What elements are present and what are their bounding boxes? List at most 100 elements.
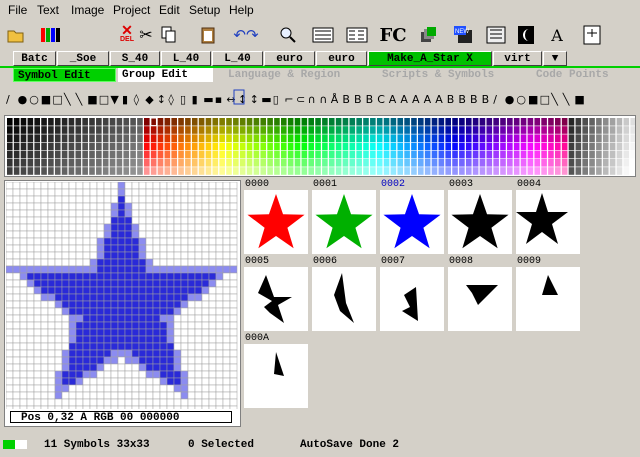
pixel-cell[interactable] [166,272,175,281]
palette-swatch[interactable] [48,142,54,151]
palette-swatch[interactable] [294,142,301,151]
pixel-cell[interactable] [138,244,147,253]
pixel-cell[interactable] [61,300,70,309]
pixel-cell[interactable] [138,384,147,393]
tool-icon[interactable]: ╲ [550,92,559,106]
pixel-cell[interactable] [166,244,175,253]
pixel-cell[interactable] [82,279,91,288]
pixel-cell[interactable] [180,244,189,253]
pixel-cell[interactable] [61,370,70,379]
palette-swatch[interactable] [239,167,246,175]
pixel-cell[interactable] [229,251,238,260]
pixel-cell[interactable] [6,356,14,365]
pixel-cell[interactable] [40,265,49,274]
pixel-cell[interactable] [75,349,84,358]
pixel-cell[interactable] [145,328,154,337]
pixel-cell[interactable] [12,356,21,365]
pixel-cell[interactable] [131,237,140,246]
symbol-cell[interactable]: 0009 [516,257,580,334]
pixel-cell[interactable] [82,216,91,225]
palette-swatch[interactable] [116,150,123,159]
pixel-cell[interactable] [152,398,161,407]
pixel-cell[interactable] [187,195,196,204]
pixel-cell[interactable] [131,314,140,323]
pixel-cell[interactable] [159,265,168,274]
pixel-cell[interactable] [215,265,224,274]
fc-text-icon[interactable]: FC [379,22,407,48]
pixel-cell[interactable] [40,182,49,190]
pixel-cell[interactable] [194,216,203,225]
pixel-cell[interactable] [117,314,126,323]
palette-swatch[interactable] [472,159,479,167]
palette-swatch[interactable] [185,142,191,151]
palette-swatch[interactable] [555,159,561,167]
pixel-cell[interactable] [173,258,182,267]
pixel-cell[interactable] [208,209,217,218]
palette-swatch[interactable] [109,118,116,126]
pixel-cell[interactable] [131,321,140,330]
pixel-cell[interactable] [117,237,126,246]
palette-swatch[interactable] [424,118,431,126]
pixel-cell[interactable] [194,377,203,386]
palette-swatch[interactable] [486,126,493,134]
pixel-cell[interactable] [194,230,203,239]
palette-swatch[interactable] [630,134,636,142]
pixel-cell[interactable] [96,300,105,309]
palette-swatch[interactable] [363,126,369,134]
pixel-cell[interactable] [89,384,98,393]
pixel-cell[interactable] [124,384,133,393]
palette-swatch[interactable] [534,134,541,142]
pixel-cell[interactable] [19,363,28,372]
pixel-cell[interactable] [61,391,70,400]
pixel-cell[interactable] [54,293,63,302]
pixel-cell[interactable] [82,258,91,267]
pixel-cell[interactable] [187,300,196,309]
palette-swatch[interactable] [376,150,383,159]
palette-swatch[interactable] [596,142,602,151]
pixel-cell[interactable] [19,223,28,232]
pixel-cell[interactable] [124,216,133,225]
palette-swatch[interactable] [178,118,184,126]
palette-swatch[interactable] [555,150,561,159]
pixel-cell[interactable] [89,307,98,316]
palette-swatch[interactable] [534,118,541,126]
pixel-cell[interactable] [145,237,154,246]
palette-swatch[interactable] [431,142,438,151]
palette-swatch[interactable] [54,142,61,151]
pixel-cell[interactable] [152,251,161,260]
symbol-cell[interactable]: 0004 [516,180,580,257]
palette-swatch[interactable] [397,150,404,159]
pixel-cell[interactable] [103,342,112,351]
pixel-cell[interactable] [26,286,35,295]
pixel-cell[interactable] [159,216,168,225]
pixel-cell[interactable] [33,356,42,365]
pixel-cell[interactable] [12,370,21,379]
pixel-cell[interactable] [12,188,21,197]
pixel-cell[interactable] [145,230,154,239]
pixel-cell[interactable] [103,384,112,393]
pixel-cell[interactable] [187,335,196,344]
pixel-cell[interactable] [19,335,28,344]
pixel-cell[interactable] [89,349,98,358]
pixel-cell[interactable] [215,405,224,409]
palette-swatch[interactable] [109,134,116,142]
pixel-cell[interactable] [173,314,182,323]
menu-project[interactable]: Project [113,3,150,17]
palette-swatch[interactable] [486,167,493,175]
pixel-cell[interactable] [131,300,140,309]
tool-icon[interactable]: ▪ [215,93,222,106]
pixel-cell[interactable] [187,258,196,267]
pixel-cell[interactable] [96,195,105,204]
palette-swatch[interactable] [445,126,451,134]
pixel-cell[interactable] [47,384,56,393]
pixel-cell[interactable] [47,342,56,351]
pixel-cell[interactable] [131,182,140,190]
pixel-cell[interactable] [229,321,238,330]
pixel-cell[interactable] [131,335,140,344]
pixel-cell[interactable] [159,377,168,386]
pixel-cell[interactable] [68,384,77,393]
pixel-cell[interactable] [124,251,133,260]
pixel-cell[interactable] [75,405,84,409]
pixel-cell[interactable] [103,377,112,386]
pixel-cell[interactable] [222,370,231,379]
